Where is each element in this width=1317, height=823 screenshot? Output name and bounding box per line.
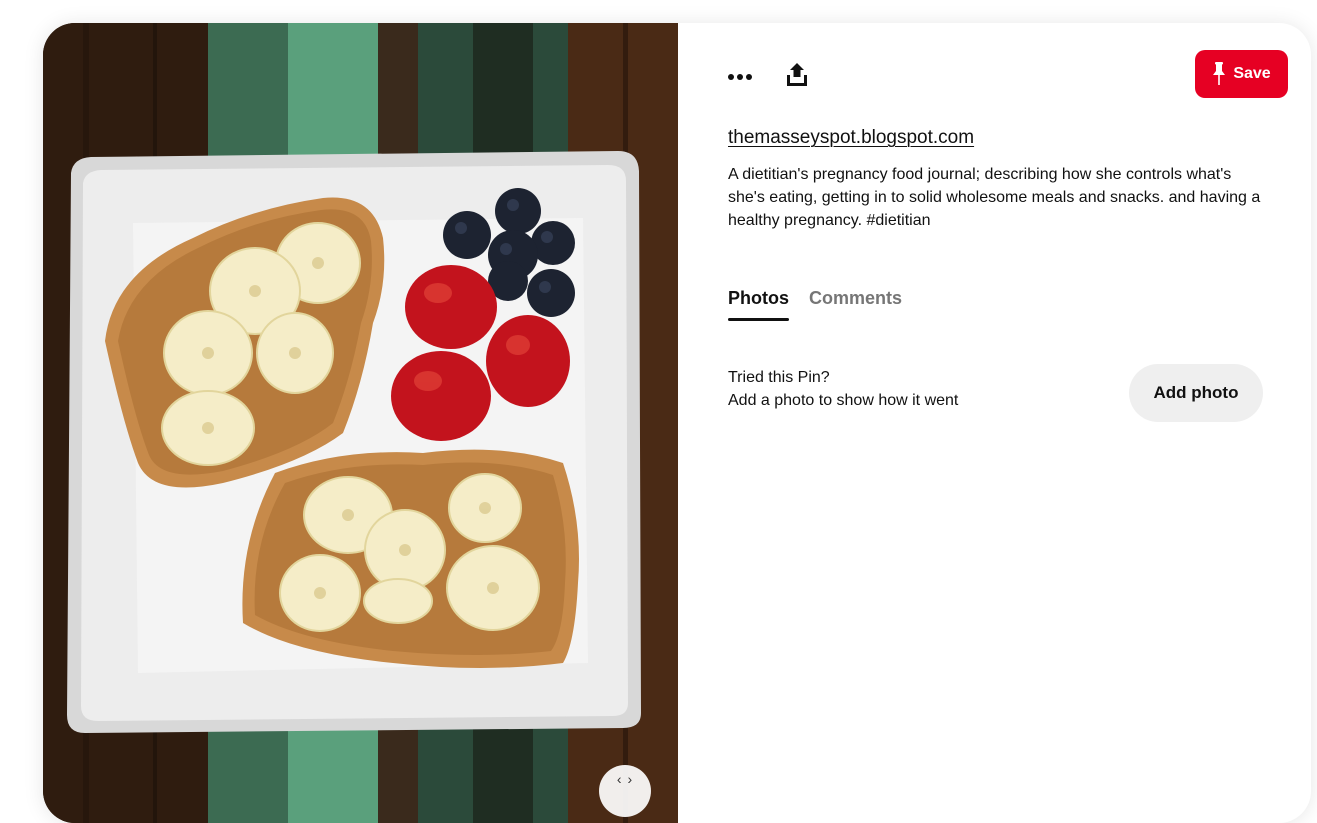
source-link[interactable]: themasseyspot.blogspot.com <box>728 127 974 149</box>
expand-image-button[interactable]: ‹ › <box>599 765 651 817</box>
more-dots-icon <box>728 74 752 80</box>
save-button-label: Save <box>1233 65 1271 82</box>
tried-question: Tried this Pin? <box>728 369 830 386</box>
pin-image[interactable]: ‹ › <box>43 23 678 823</box>
share-upload-icon <box>787 63 807 86</box>
tab-photos[interactable]: Photos <box>728 288 789 321</box>
pin-icon <box>1213 62 1226 85</box>
tab-comments[interactable]: Comments <box>809 288 902 321</box>
expand-icon: ‹ › <box>616 771 634 787</box>
tried-instruction: Add a photo to show how it went <box>728 392 959 409</box>
more-options-button[interactable] <box>718 55 762 99</box>
pin-closeup-card: ‹ › Save themasseyspot.blogspot.com A di <box>43 23 1311 823</box>
pin-description: A dietitian's pregnancy food journal; de… <box>728 166 1261 229</box>
save-button[interactable]: Save <box>1195 50 1288 98</box>
pin-details-panel: Save themasseyspot.blogspot.com A dietit… <box>678 23 1311 823</box>
tried-this-pin-prompt: Tried this Pin? Add a photo to show how … <box>728 366 958 412</box>
share-button[interactable] <box>775 53 819 97</box>
tab-bar: Photos Comments <box>728 288 902 321</box>
add-photo-button[interactable]: Add photo <box>1129 364 1263 422</box>
pin-photo-illustration <box>43 23 678 823</box>
